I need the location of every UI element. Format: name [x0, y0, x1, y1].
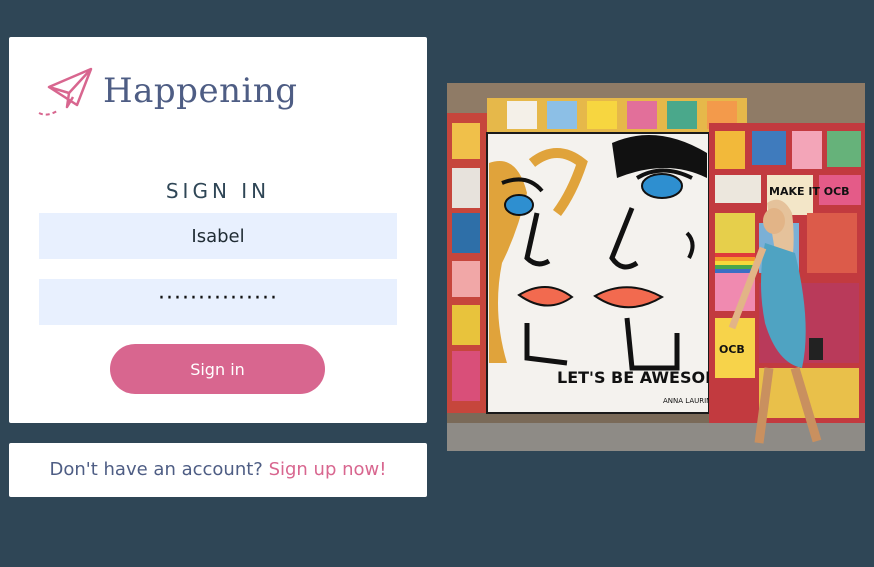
- poster-text-2: OCB: [719, 343, 745, 356]
- paper-plane-icon: [38, 67, 93, 116]
- mural-text: LET'S BE AWESOME: [557, 368, 732, 387]
- username-input[interactable]: [39, 213, 397, 259]
- page-title: SIGN IN: [165, 179, 271, 203]
- brand-logo[interactable]: Happening: [37, 67, 297, 127]
- signup-link[interactable]: Sign up now!: [269, 459, 387, 480]
- signup-card: Don't have an account? Sign up now!: [9, 443, 427, 497]
- signin-button[interactable]: Sign in: [110, 344, 325, 394]
- mural-signature: ANNA LAURINI: [663, 397, 713, 405]
- brand-name: Happening: [103, 71, 298, 111]
- street-art-illustration: LET'S BE AWESOME ANNA LAURINI MAKE IT OC…: [447, 83, 865, 451]
- hero-photo: LET'S BE AWESOME ANNA LAURINI MAKE IT OC…: [447, 83, 865, 451]
- password-input[interactable]: [39, 279, 397, 325]
- poster-text: MAKE IT OCB: [769, 185, 850, 198]
- signin-card: Happening SIGN IN ··············· Sign i…: [9, 37, 427, 423]
- signup-prompt: Don't have an account?: [49, 459, 263, 480]
